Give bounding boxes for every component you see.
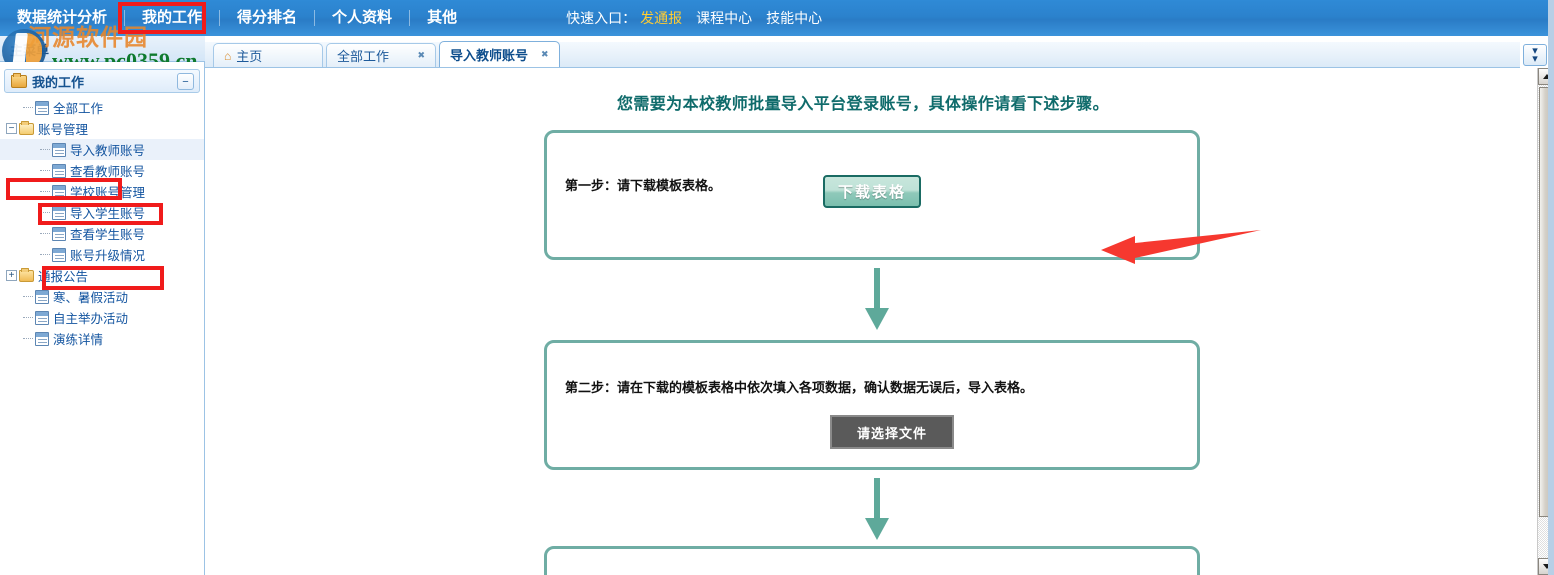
quick-entry-group: 快速入口： 发通报 课程中心 技能中心 [566, 8, 822, 28]
sidebar-item-label: 导入教师账号 [70, 144, 146, 158]
sidebar-item-label: 导入学生账号 [70, 207, 146, 221]
document-icon [52, 205, 66, 220]
window-right-edge [1548, 0, 1554, 575]
quick-link-course-center[interactable]: 课程中心 [696, 8, 752, 28]
document-icon [52, 184, 66, 199]
arrow-head [865, 308, 889, 330]
document-icon [35, 331, 49, 346]
close-icon[interactable]: ✖ [533, 49, 549, 60]
tree-connector [40, 212, 50, 213]
tab-home-label: 主页 [236, 49, 263, 64]
main-content: 您需要为本校教师批量导入平台登录账号，具体操作请看下述步骤。 第一步：请下载模板… [206, 68, 1520, 575]
quick-entry-label: 快速入口： [566, 10, 637, 26]
sidebar-item-label: 全部工作 [53, 102, 104, 116]
arrow-shaft [874, 268, 880, 310]
sidebar-item-9[interactable]: 寒、暑假活动 [0, 286, 204, 307]
sidebar-item-8[interactable]: + 通报公告 [0, 265, 204, 286]
quick-link-notice[interactable]: 发通报 [640, 8, 682, 28]
nav-item-list: 数据统计分析 我的工作 得分排名 个人资料 其他 [0, 0, 474, 36]
sidebar-item-label: 账号管理 [38, 123, 89, 137]
sidebar-item-label: 查看学生账号 [70, 228, 146, 242]
nav-item-0[interactable]: 数据统计分析 [0, 0, 124, 36]
document-icon [52, 142, 66, 157]
sidebar-item-3[interactable]: 查看教师账号 [0, 160, 204, 181]
arrow-head [865, 518, 889, 540]
select-file-button[interactable]: 请选择文件 [830, 415, 954, 449]
tree-connector [40, 254, 50, 255]
folder-icon [11, 72, 27, 88]
sidebar-item-label: 演练详情 [53, 333, 104, 347]
chevron-double-down-icon: ▾ ▾ [1532, 45, 1538, 65]
document-icon [35, 289, 49, 304]
sidebar-item-label: 通报公告 [38, 270, 89, 284]
tree-connector [23, 296, 33, 297]
tree-connector [40, 191, 50, 192]
expand-icon[interactable]: + [6, 270, 17, 281]
document-icon [35, 100, 49, 115]
flow-arrow-down-icon [865, 478, 889, 540]
close-icon[interactable]: ✖ [409, 50, 425, 61]
sidebar-item-1[interactable]: − 账号管理 [0, 118, 204, 139]
sidebar-item-label: 账号升级情况 [70, 249, 146, 263]
sidebar-item-label: 寒、暑假活动 [53, 291, 129, 305]
sidebar-item-label: 学校账号管理 [70, 186, 146, 200]
document-icon [52, 163, 66, 178]
step-2-box: 第二步：请在下载的模板表格中依次填入各项数据，确认数据无误后，导入表格。 请选择… [544, 340, 1200, 470]
home-icon: ⌂ [224, 48, 232, 63]
folder-icon [19, 267, 34, 282]
tree-connector [23, 338, 33, 339]
page-heading: 您需要为本校教师批量导入平台登录账号，具体操作请看下述步骤。 [616, 96, 1109, 113]
tab-all-work[interactable]: 全部工作 ✖ [326, 43, 436, 67]
folder-open-icon [19, 120, 34, 135]
tab-all-work-label: 全部工作 [337, 49, 390, 64]
collapse-icon[interactable]: − [6, 123, 17, 134]
collapse-tabs-button[interactable]: ▾ ▾ [1523, 44, 1547, 66]
tree-connector [23, 107, 33, 108]
step-3-box [544, 546, 1200, 575]
step-1-box: 第一步：请下载模板表格。 下载表格 [544, 130, 1200, 260]
tree-connector [23, 317, 33, 318]
step-2-text: 第二步：请在下载的模板表格中依次填入各项数据，确认数据无误后，导入表格。 [565, 380, 1034, 395]
nav-item-3[interactable]: 个人资料 [315, 0, 409, 36]
sidebar: 我的工作 − 全部工作 − 账号管理导入教师账号 查看教师账号 学校账号管理 导入学生账号… [0, 62, 205, 575]
tab-bar: ⌂ 主页 全部工作 ✖ 导入教师账号 ✖ [205, 41, 1520, 68]
step-1-text: 第一步：请下载模板表格。 [565, 178, 722, 193]
sidebar-item-10[interactable]: 自主举办活动 [0, 307, 204, 328]
nav-item-1[interactable]: 我的工作 [125, 0, 219, 36]
sidebar-item-4[interactable]: 学校账号管理 [0, 181, 204, 202]
download-template-button[interactable]: 下载表格 [823, 175, 921, 208]
sidebar-collapse-button[interactable]: − [177, 73, 194, 90]
nav-item-4[interactable]: 其他 [410, 0, 474, 36]
sidebar-item-6[interactable]: 查看学生账号 [0, 223, 204, 244]
sidebar-item-label: 查看教师账号 [70, 165, 146, 179]
tree-connector [40, 149, 50, 150]
sidebar-header: 我的工作 − [4, 69, 200, 93]
arrow-shaft [874, 478, 880, 520]
sidebar-item-0[interactable]: 全部工作 [0, 97, 204, 118]
top-navigation-bar: 数据统计分析 我的工作 得分排名 个人资料 其他 快速入口： 发通报 课程中心 … [0, 0, 1554, 36]
tab-import-teacher-account[interactable]: 导入教师账号 ✖ [439, 41, 560, 67]
tree-connector [40, 233, 50, 234]
document-icon [52, 247, 66, 262]
document-icon [35, 310, 49, 325]
main-menu-label: 主菜单 [10, 43, 50, 58]
tab-import-teacher-account-label: 导入教师账号 [450, 48, 529, 63]
sidebar-item-5[interactable]: 导入学生账号 [0, 202, 204, 223]
sidebar-item-2[interactable]: 导入教师账号 [0, 139, 204, 160]
nav-item-2[interactable]: 得分排名 [220, 0, 314, 36]
sidebar-item-11[interactable]: 演练详情 [0, 328, 204, 349]
sidebar-item-7[interactable]: 账号升级情况 [0, 244, 204, 265]
document-icon [52, 226, 66, 241]
tab-home[interactable]: ⌂ 主页 [213, 43, 323, 67]
tree-connector [40, 170, 50, 171]
quick-link-skill-center[interactable]: 技能中心 [766, 8, 822, 28]
flow-arrow-down-icon [865, 268, 889, 330]
sidebar-item-label: 自主举办活动 [53, 312, 129, 326]
sidebar-title: 我的工作 [32, 74, 85, 90]
sidebar-tree: 全部工作 − 账号管理 导入教师账号 查看教师账号 学校账号管理 导入学生账号 查看学生账号账… [0, 93, 204, 349]
